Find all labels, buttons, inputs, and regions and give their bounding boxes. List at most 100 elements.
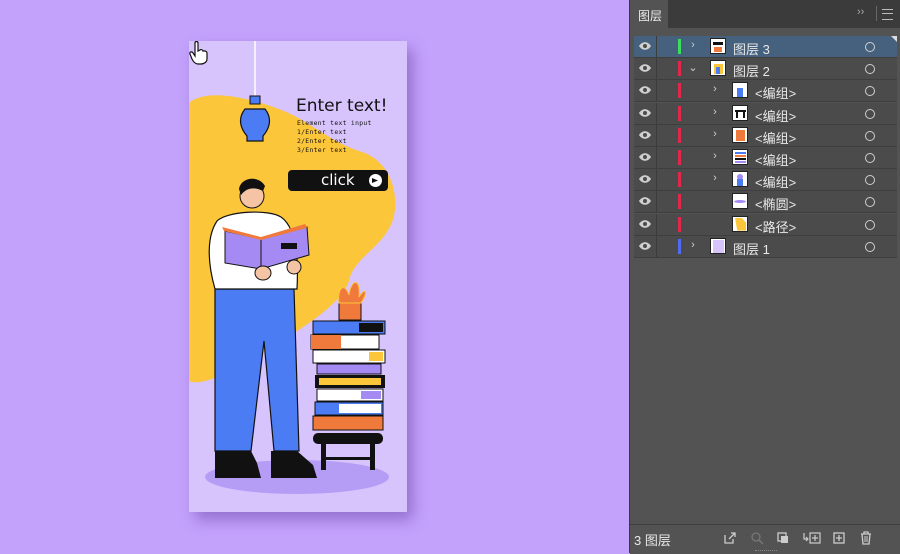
pants xyxy=(214,288,300,452)
eye-icon[interactable] xyxy=(638,130,652,140)
panel-footer: 3 图层 xyxy=(630,524,900,554)
chevron-right-icon[interactable]: › xyxy=(710,172,720,184)
chevron-right-icon[interactable]: › xyxy=(688,239,698,251)
search-icon[interactable] xyxy=(750,531,764,545)
eye-icon[interactable] xyxy=(638,241,652,251)
pointer-hand-icon xyxy=(189,41,208,65)
chevron-down-icon[interactable]: ⌄ xyxy=(688,61,698,74)
layer-color-bar xyxy=(678,194,681,210)
layer-row[interactable]: <椭圆> xyxy=(634,191,897,214)
layer-row[interactable]: <路径> xyxy=(634,213,897,236)
layer-name: 图层 3 xyxy=(733,42,770,57)
artboard-subtitle-line: 1/Enter text xyxy=(297,128,347,136)
layer-thumbnail xyxy=(732,215,748,232)
target-circle-icon[interactable] xyxy=(865,130,875,141)
double-chevron-icon[interactable]: ›› xyxy=(857,6,864,18)
layer-thumbnail xyxy=(710,38,726,54)
layer-name: <编组> xyxy=(755,130,797,146)
layer-name: <编组> xyxy=(755,86,797,102)
eye-icon[interactable] xyxy=(638,174,652,184)
shoe-right xyxy=(271,451,317,478)
layer-color-bar xyxy=(678,172,681,188)
chevron-right-icon[interactable]: › xyxy=(688,39,698,51)
new-sublayer-icon[interactable] xyxy=(802,531,822,545)
row-divider xyxy=(656,191,657,213)
row-divider xyxy=(656,169,657,191)
divider xyxy=(876,6,877,21)
layer-name: <编组> xyxy=(755,108,797,124)
eye-icon[interactable] xyxy=(638,152,652,162)
layer-color-bar xyxy=(678,105,681,121)
layer-thumbnail xyxy=(710,237,726,254)
chevron-right-icon[interactable]: › xyxy=(710,83,720,95)
target-circle-icon[interactable] xyxy=(865,42,875,52)
chevron-right-icon[interactable]: › xyxy=(710,106,720,118)
selection-corner-icon xyxy=(891,36,897,42)
layer-thumbnail xyxy=(732,171,748,188)
layer-thumbnail xyxy=(732,82,748,99)
new-layer-icon[interactable] xyxy=(832,531,846,545)
layer-color-bar xyxy=(678,127,681,143)
layer-color-bar xyxy=(678,238,681,254)
layer-name: 图层 1 xyxy=(733,241,770,257)
eye-icon[interactable] xyxy=(638,41,652,51)
plant-pot xyxy=(338,302,362,321)
panel-tabbar: 图层 ›› xyxy=(630,0,900,28)
layer-name: 图层 2 xyxy=(733,64,770,80)
eye-icon[interactable] xyxy=(638,63,652,73)
artboard-subtitle-line: 2/Enter text xyxy=(297,137,347,145)
layer-row[interactable]: › <编组> xyxy=(634,147,897,169)
layer-row[interactable]: ⌄ 图层 2 xyxy=(634,58,897,81)
chevron-right-icon[interactable]: › xyxy=(710,150,720,162)
export-icon[interactable] xyxy=(723,531,737,545)
row-divider xyxy=(656,58,657,80)
layer-row[interactable]: › 图层 1 xyxy=(634,235,897,258)
layer-thumbnail xyxy=(732,126,748,143)
layer-thumbnail xyxy=(732,104,748,121)
layer-name: <路径> xyxy=(755,219,797,235)
layer-name: <椭圆> xyxy=(755,197,797,213)
layer-row[interactable]: › <编组> xyxy=(634,80,897,103)
eye-icon[interactable] xyxy=(638,196,652,206)
artboard-headline: Enter text! xyxy=(296,96,388,116)
row-divider xyxy=(656,213,657,235)
layer-row[interactable]: › 图层 3 xyxy=(634,36,897,58)
layer-name: <编组> xyxy=(755,153,797,168)
clip-mask-icon[interactable] xyxy=(776,531,790,545)
layers-panel: 图层 ›› › 图层 3 ⌄ 图层 2 › <编组> › <编组> › <编组> › <编组> › <编组… xyxy=(629,0,900,554)
target-circle-icon[interactable] xyxy=(865,108,875,119)
layer-color-bar xyxy=(678,150,681,165)
chevron-right-icon[interactable]: › xyxy=(710,128,720,140)
layer-row[interactable]: › <编组> xyxy=(634,102,897,125)
stool-top xyxy=(313,433,383,444)
row-divider xyxy=(656,36,657,57)
trash-icon[interactable] xyxy=(859,531,873,545)
layer-thumbnail xyxy=(732,193,748,210)
artboard-click-button: click xyxy=(288,170,388,191)
canvas-area[interactable]: Enter text! Element text input 1/Enter t… xyxy=(0,0,628,553)
target-circle-icon[interactable] xyxy=(865,175,875,186)
target-circle-icon[interactable] xyxy=(865,64,875,75)
layer-row[interactable]: › <编组> xyxy=(634,124,897,147)
layer-thumbnail xyxy=(732,149,748,165)
target-circle-icon[interactable] xyxy=(865,153,875,163)
artboard-subtitle-line: 3/Enter text xyxy=(297,146,347,154)
target-circle-icon[interactable] xyxy=(865,241,875,252)
eye-icon[interactable] xyxy=(638,85,652,95)
resize-grip[interactable] xyxy=(755,550,777,554)
layer-count: 3 图层 xyxy=(634,533,671,548)
row-divider xyxy=(656,80,657,102)
target-circle-icon[interactable] xyxy=(865,86,875,97)
layer-row[interactable]: › <编组> xyxy=(634,169,897,192)
target-circle-icon[interactable] xyxy=(865,197,875,208)
layer-color-bar xyxy=(678,39,681,54)
eye-icon[interactable] xyxy=(638,108,652,118)
artboard[interactable]: Enter text! Element text input 1/Enter t… xyxy=(189,41,407,512)
row-divider xyxy=(656,147,657,168)
eye-icon[interactable] xyxy=(638,219,652,229)
artboard-click-label: click xyxy=(321,171,355,189)
row-divider xyxy=(656,235,657,257)
target-circle-icon[interactable] xyxy=(865,219,875,230)
hamburger-menu-icon[interactable] xyxy=(882,9,893,20)
tab-layers[interactable]: 图层 xyxy=(630,0,668,28)
